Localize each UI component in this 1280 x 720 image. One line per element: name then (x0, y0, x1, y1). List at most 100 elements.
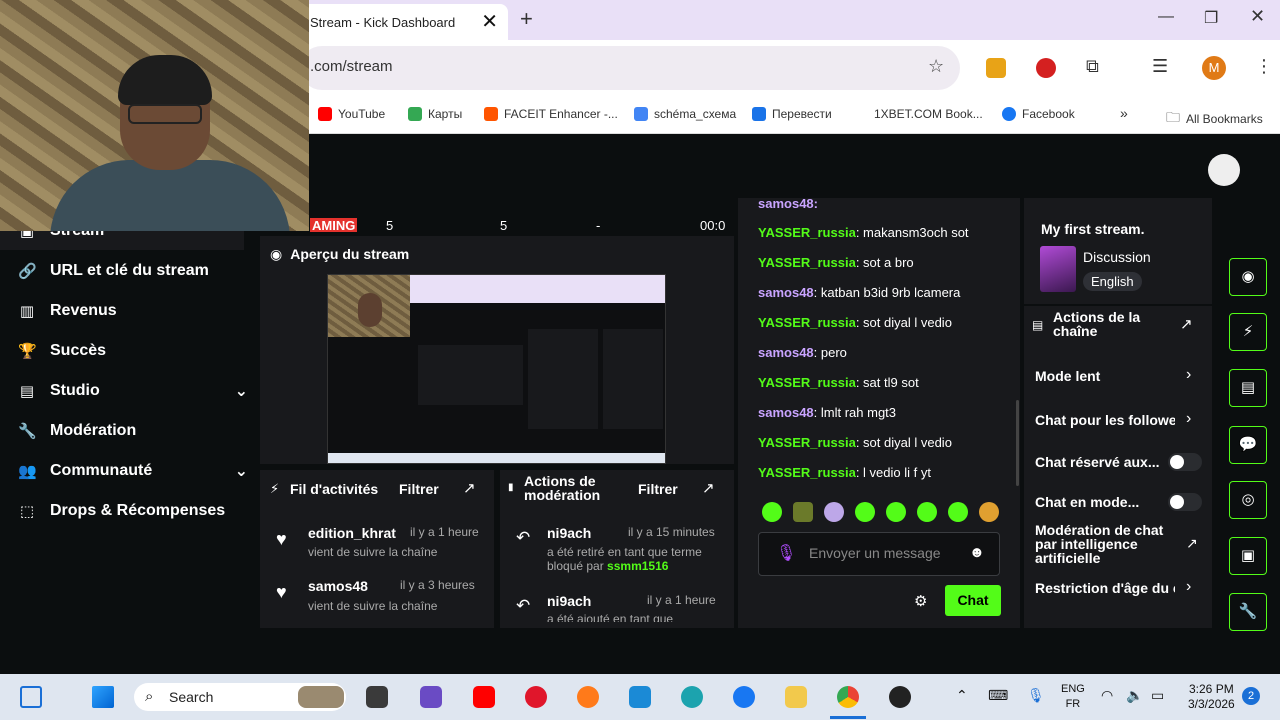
chevron-right-icon[interactable]: › (1186, 366, 1191, 384)
popout-icon[interactable]: ↗ (463, 479, 476, 497)
facebook-app-icon[interactable] (733, 686, 755, 708)
mod-by-user[interactable]: ssmm1516 (607, 559, 668, 573)
emote-icon[interactable] (948, 502, 968, 522)
volume-icon[interactable]: 🔈 (1126, 687, 1143, 704)
extensions-puzzle-icon[interactable]: ⧉ (1086, 56, 1099, 77)
restore-icon[interactable]: ❐ (1204, 8, 1218, 28)
emote-icon[interactable] (979, 502, 999, 522)
emote-icon[interactable] (917, 502, 937, 522)
bookmark-translate[interactable]: Перевести (752, 107, 832, 121)
emote-icon[interactable] (855, 502, 875, 522)
mod-filter-button[interactable]: Filtrer (638, 481, 678, 497)
stream-category[interactable]: Discussion (1083, 249, 1151, 265)
tab-close-icon[interactable]: ✕ (481, 9, 498, 34)
activity-filter-button[interactable]: Filtrer (399, 481, 439, 497)
sidebar-item-studio[interactable]: ▤ Studio ⌄ (18, 382, 248, 400)
emote-icon[interactable] (886, 502, 906, 522)
microphone-tray-icon[interactable]: 🎙 (1027, 687, 1045, 704)
dashboard-sidebar: ▣Stream 🔗URL et clé du stream ▥Revenus 🏆… (0, 222, 250, 640)
clock[interactable]: 3:26 PM 3/3/2026 (1188, 682, 1235, 712)
slow-mode-label[interactable]: Mode lent (1035, 368, 1100, 384)
browser-tab[interactable]: Stream - Kick Dashboard ✕ (300, 4, 508, 40)
emote-icon[interactable] (762, 502, 782, 522)
profile-avatar[interactable]: M (1202, 56, 1226, 80)
chat-scrollbar[interactable] (1016, 400, 1019, 486)
windows-start-icon[interactable] (92, 686, 114, 708)
mod-user[interactable]: ni9ach (547, 593, 591, 609)
gear-icon[interactable]: ⚙ (914, 592, 927, 610)
address-bar[interactable] (300, 46, 960, 90)
youtube-app-icon[interactable] (473, 686, 495, 708)
heart-icon: ♥ (276, 582, 287, 602)
media-control-icon[interactable]: ☰ (1152, 56, 1168, 77)
sidebar-item-moderation[interactable]: 🔧 Modération (18, 422, 248, 440)
external-link-icon[interactable]: ↗ (1186, 535, 1198, 552)
chat-toggle-icon[interactable]: 💬 (1229, 426, 1267, 464)
mod-user[interactable]: ni9ach (547, 525, 591, 541)
age-restriction-label[interactable]: Restriction d'âge du c (1035, 580, 1175, 596)
sidebar-item-succes[interactable]: 🏆 Succès (18, 342, 248, 360)
tray-chevron-icon[interactable]: ⌃ (956, 687, 968, 704)
ai-moderation-label[interactable]: Modération de chat par intelligence arti… (1035, 523, 1175, 565)
wifi-icon[interactable]: ◠ (1101, 687, 1113, 704)
activity-user[interactable]: samos48 (308, 578, 368, 594)
microphone-icon[interactable]: 🎙 (776, 543, 796, 563)
url-text[interactable]: .com/stream (310, 58, 393, 75)
popout-icon[interactable]: ↗ (1180, 315, 1193, 333)
popout-icon[interactable]: ↗ (702, 479, 715, 497)
teams-icon[interactable] (420, 686, 442, 708)
emote-mode-toggle[interactable] (1168, 493, 1202, 511)
store-icon[interactable] (629, 686, 651, 708)
chat-placeholder[interactable]: Envoyer un message (809, 545, 941, 561)
preview-toggle-icon[interactable]: ◉ (1229, 258, 1267, 296)
opera-extension-icon[interactable] (1036, 58, 1056, 78)
bookmark-facebook[interactable]: Facebook (1002, 107, 1075, 121)
minimize-icon[interactable]: — (1158, 8, 1174, 26)
emoji-icon[interactable]: ☻ (969, 544, 985, 561)
bookmark-schema[interactable]: schéma_схема (634, 107, 736, 121)
browser-menu-icon[interactable]: ⋮ (1255, 56, 1273, 77)
notification-badge[interactable]: 2 (1242, 687, 1260, 705)
task-view-icon[interactable] (366, 686, 388, 708)
search-label[interactable]: Search (169, 689, 213, 705)
sidebar-item-drops[interactable]: ⬚ Drops & Récompenses (18, 502, 248, 520)
bookmark-maps[interactable]: Карты (408, 107, 462, 121)
followers-chat-label[interactable]: Chat pour les followe (1035, 412, 1175, 428)
wrench-icon[interactable]: 🔧 (1229, 593, 1267, 631)
sidebar-item-revenus[interactable]: ▥ Revenus (18, 302, 248, 320)
activity-toggle-icon[interactable]: ⚡ (1229, 313, 1267, 351)
all-bookmarks[interactable]: 🗀 All Bookmarks (1166, 107, 1263, 131)
battery-icon[interactable]: ▭ (1151, 687, 1164, 704)
more-bookmarks-button[interactable]: » (1120, 105, 1128, 121)
chrome-icon[interactable] (837, 686, 859, 708)
subs-only-toggle[interactable] (1168, 453, 1202, 471)
widgets-icon[interactable] (20, 686, 42, 708)
bookmark-1xbet[interactable]: 1XBET.COM Book... (874, 107, 983, 121)
user-avatar[interactable] (1208, 154, 1240, 186)
stream-info-toggle-icon[interactable]: ▣ (1229, 537, 1267, 575)
language-indicator[interactable]: ENG FR (1061, 682, 1085, 712)
mod-actions-toggle-icon[interactable]: ▤ (1229, 369, 1267, 407)
bookmark-youtube[interactable]: YouTube (318, 107, 385, 121)
obs-icon[interactable] (889, 686, 911, 708)
emote-icon[interactable] (793, 502, 813, 522)
broadcast-toggle-icon[interactable]: ◎ (1229, 481, 1267, 519)
sidebar-item-url-key[interactable]: 🔗 URL et clé du stream (18, 262, 248, 280)
chevron-right-icon[interactable]: › (1186, 578, 1191, 596)
opera-icon[interactable] (525, 686, 547, 708)
bookmark-star-icon[interactable]: ☆ (928, 56, 944, 77)
bookmark-faceit[interactable]: FACEIT Enhancer -... (484, 107, 618, 121)
chevron-right-icon[interactable]: › (1186, 410, 1191, 428)
emote-icon[interactable] (824, 502, 844, 522)
window-close-icon[interactable]: ✕ (1250, 6, 1265, 27)
keyboard-icon[interactable]: ⌨ (988, 687, 1008, 704)
send-chat-button[interactable]: Chat (945, 585, 1001, 616)
extension-icon[interactable] (986, 58, 1006, 78)
firefox-icon[interactable] (577, 686, 599, 708)
file-explorer-icon[interactable] (785, 686, 807, 708)
new-tab-button[interactable]: + (520, 6, 533, 32)
sidebar-item-communaute[interactable]: 👥 Communauté ⌄ (18, 462, 248, 480)
activity-user[interactable]: edition_khrat (308, 525, 396, 541)
stream-preview-video[interactable] (327, 274, 666, 464)
edge-icon[interactable] (681, 686, 703, 708)
